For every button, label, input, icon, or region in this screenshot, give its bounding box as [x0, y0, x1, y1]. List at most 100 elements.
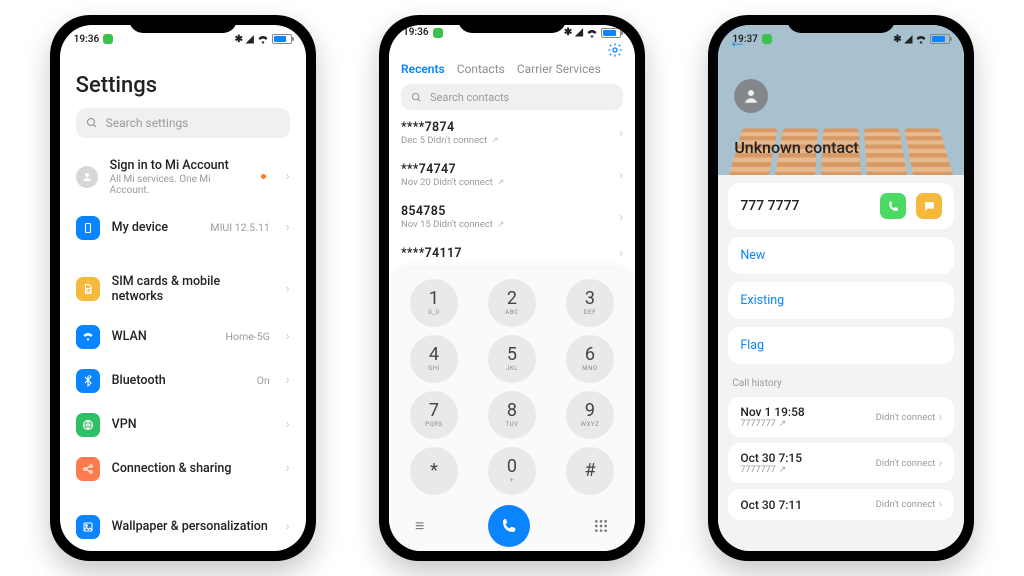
- history-status: Didn't connect: [876, 458, 936, 469]
- key-2[interactable]: 2ABC: [488, 279, 536, 327]
- wallpaper-label: Wallpaper & personalization: [112, 519, 274, 535]
- key-*[interactable]: *: [410, 447, 458, 495]
- action-existing[interactable]: Existing: [728, 282, 954, 319]
- notch: [787, 15, 895, 33]
- settings-row-share[interactable]: Connection & sharing›: [76, 447, 290, 491]
- person-icon: [76, 166, 98, 188]
- action-flag[interactable]: Flag: [728, 327, 954, 364]
- history-time: Oct 30 7:15: [740, 451, 875, 465]
- account-row[interactable]: Sign in to Mi Account All Mi services. O…: [76, 148, 290, 206]
- wifi-status-icon: [586, 28, 598, 38]
- call-history-item[interactable]: Nov 1 19:587777777 ↗Didn't connect›: [728, 397, 954, 437]
- history-time: Oct 30 7:11: [740, 498, 875, 512]
- chevron-right-icon: ›: [286, 220, 290, 235]
- settings-row-vpn[interactable]: VPN ›: [76, 403, 290, 447]
- wallpaper-row[interactable]: Wallpaper & personalization ›: [76, 505, 290, 549]
- key-6[interactable]: 6MNO: [566, 335, 614, 383]
- chevron-right-icon: ›: [286, 169, 290, 184]
- signal-icon: ◢: [575, 27, 583, 38]
- wifi-icon: [76, 325, 100, 349]
- call-history-item[interactable]: Oct 30 7:157777777 ↗Didn't connect›: [728, 443, 954, 483]
- account-subtitle: All Mi services. One Mi Account.: [110, 174, 249, 196]
- call-action-button[interactable]: [880, 193, 906, 219]
- recent-call-item[interactable]: ****74117›: [401, 238, 623, 269]
- search-icon: [86, 117, 98, 129]
- outgoing-icon: ↗: [497, 220, 505, 230]
- contact-name: Unknown contact: [734, 138, 858, 157]
- device-icon: [76, 216, 100, 240]
- dial-keypad: 10_0 2ABC 3DEF 4GHI 5JKL 6MNO 7PQRS 8TUV 9WXYZ * 0…: [389, 269, 635, 551]
- recent-call-item[interactable]: 854785Nov 15 Didn't connect ↗›: [401, 196, 623, 238]
- share-icon: [76, 457, 100, 481]
- wifi-status-icon: [915, 34, 927, 44]
- status-time: 19:36: [403, 27, 429, 38]
- history-number: 7777777 ↗: [740, 419, 875, 429]
- phone-contact: 19:37 ✱ ◢ ← Unknown contact 777 7777: [708, 15, 974, 561]
- key-letters: GHI: [428, 365, 440, 372]
- settings-row-sim[interactable]: SIM cards & mobile networks›: [76, 264, 290, 315]
- menu-button[interactable]: ≡: [415, 516, 424, 536]
- notch: [129, 15, 237, 33]
- call-history-title: Call history: [728, 372, 954, 389]
- my-device-value: MIUI 12.5.11: [210, 221, 269, 234]
- recent-number: 854785: [401, 204, 619, 219]
- bluetooth-status-icon: ✱: [564, 27, 572, 38]
- recent-call-item[interactable]: ***74747Nov 20 Didn't connect ↗›: [401, 154, 623, 196]
- battery-icon: [272, 34, 292, 44]
- settings-row-bluetooth[interactable]: BluetoothOn›: [76, 359, 290, 403]
- settings-row-label: VPN: [112, 417, 274, 433]
- key-7[interactable]: 7PQRS: [410, 391, 458, 439]
- key-digit: *: [430, 462, 438, 480]
- tab-contacts[interactable]: Contacts: [457, 62, 505, 76]
- settings-row-label: Connection & sharing: [112, 461, 274, 477]
- call-history-item[interactable]: Oct 30 7:11Didn't connect›: [728, 489, 954, 520]
- battery-icon: [601, 28, 621, 38]
- recent-call-item[interactable]: ****7874Dec 5 Didn't connect ↗›: [401, 112, 623, 154]
- status-app-icon: [103, 34, 113, 44]
- my-device-row[interactable]: My device MIUI 12.5.11 ›: [76, 206, 290, 250]
- key-1[interactable]: 10_0: [410, 279, 458, 327]
- key-5[interactable]: 5JKL: [488, 335, 536, 383]
- notification-dot-icon: [261, 174, 266, 179]
- key-4[interactable]: 4GHI: [410, 335, 458, 383]
- chevron-right-icon: ›: [286, 373, 290, 388]
- key-digit: 0: [507, 458, 517, 476]
- key-#[interactable]: #: [566, 447, 614, 495]
- action-new[interactable]: New: [728, 237, 954, 274]
- chevron-right-icon: ›: [286, 417, 290, 432]
- notch: [458, 15, 566, 33]
- key-3[interactable]: 3DEF: [566, 279, 614, 327]
- recent-subtitle: Dec 5 Didn't connect ↗: [401, 135, 619, 146]
- search-settings-input[interactable]: Search settings: [76, 108, 290, 138]
- key-letters: 0_0: [428, 309, 439, 316]
- chevron-right-icon: ›: [286, 329, 290, 344]
- settings-row-wifi[interactable]: WLANHome-5G›: [76, 315, 290, 359]
- tab-carrier-services[interactable]: Carrier Services: [517, 62, 601, 76]
- recent-subtitle: Nov 15 Didn't connect ↗: [401, 219, 619, 230]
- outgoing-icon: ↗: [779, 465, 787, 475]
- call-button[interactable]: [488, 505, 530, 547]
- key-digit: 4: [429, 346, 439, 364]
- signal-icon: ◢: [905, 34, 913, 45]
- settings-row-value: Home-5G: [226, 330, 270, 343]
- key-letters: MNO: [582, 365, 597, 372]
- history-status: Didn't connect: [876, 412, 936, 423]
- key-0[interactable]: 0+: [488, 447, 536, 495]
- history-time: Nov 1 19:58: [740, 405, 875, 419]
- chevron-right-icon: ›: [619, 168, 623, 183]
- dialpad-toggle-button[interactable]: [593, 518, 609, 534]
- key-9[interactable]: 9WXYZ: [566, 391, 614, 439]
- bluetooth-icon: [76, 369, 100, 393]
- chevron-right-icon: ›: [938, 456, 942, 471]
- key-letters: ABC: [505, 309, 518, 316]
- signal-icon: ◢: [246, 34, 254, 45]
- key-8[interactable]: 8TUV: [488, 391, 536, 439]
- recent-number: ****7874: [401, 120, 619, 135]
- settings-gear-button[interactable]: [401, 42, 623, 62]
- search-contacts-input[interactable]: Search contacts: [401, 84, 623, 110]
- tab-recents[interactable]: Recents: [401, 62, 445, 76]
- message-action-button[interactable]: [916, 193, 942, 219]
- key-digit: 8: [507, 402, 517, 420]
- bluetooth-status-icon: ✱: [235, 34, 243, 45]
- search-placeholder: Search settings: [106, 116, 189, 130]
